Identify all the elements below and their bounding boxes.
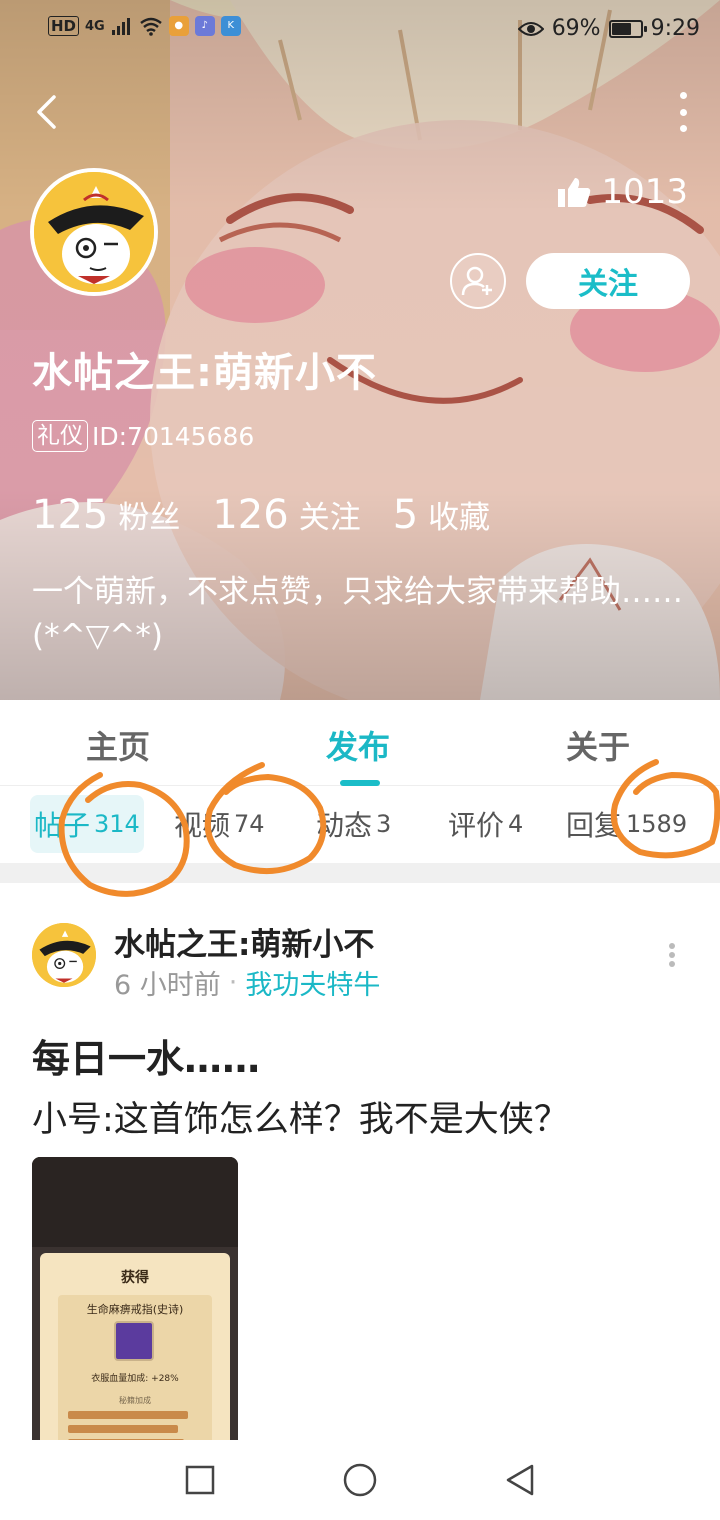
image-game-header [32,1157,238,1247]
post-meta: 6 小时前 · 我功夫特牛 [114,963,380,1002]
post-author-name[interactable]: 水帖之王:萌新小不 [114,919,374,964]
circle-icon [343,1463,377,1497]
post-image-thumbnail[interactable]: 获得 生命麻痹戒指(史诗) 衣服血量加成: +28% 秘籍加成 [32,1157,238,1443]
subtab-videos[interactable]: 视频 74 [174,795,265,853]
image-text-line [68,1411,188,1419]
likes-count: 1013 [601,172,688,212]
stat-following[interactable]: 126 关注 [212,492,360,538]
post-topic-link[interactable]: 我功夫特牛 [245,963,380,1002]
status-bar: HD 4G ● ♪ K 69% 9:29 [0,0,720,60]
stat-number: 126 [212,492,289,538]
subtab-count: 4 [508,810,524,838]
battery-icon [608,19,647,38]
image-item-stat: 衣服血量加成: +28% [91,1374,179,1384]
status-right: 69% 9:29 [517,16,700,41]
stat-favorites[interactable]: 5 收藏 [393,492,490,538]
tab-about[interactable]: 关于 [566,722,630,768]
stat-label: 关注 [298,500,361,536]
post-author-avatar[interactable] [32,923,96,987]
subtab-label: 评价 [448,809,505,842]
post-more-button[interactable] [668,943,676,967]
more-dot [679,108,687,116]
image-reward-title: 获得 [121,1270,149,1286]
likes-counter: 1013 [557,172,688,212]
clock: 9:29 [650,16,700,41]
subtab-count: 74 [234,810,265,838]
stat-label: 收藏 [428,500,491,536]
section-divider [0,863,720,883]
user-id: ID:70145686 [92,421,255,451]
profile-username: 水帖之王:萌新小不 [32,350,377,396]
stat-number: 125 [32,492,109,538]
post-body: 小号:这首饰怎么样？我不是大侠？ [32,1100,569,1140]
recent-apps-button[interactable] [176,1456,224,1504]
image-item-name: 生命麻痹戒指(史诗) [86,1303,184,1316]
avatar-character-image [34,172,154,292]
app-notification-icon: ● [168,16,189,36]
game-notification-icon: K [220,16,241,36]
profile-bio: 一个萌新，不求点赞，只求给大家带来帮助…… (*^▽^*) [32,574,683,654]
system-nav-bar [0,1440,720,1520]
image-reward-panel: 获得 生命麻痹戒指(史诗) 衣服血量加成: +28% 秘籍加成 [40,1253,230,1443]
subtab-replies[interactable]: 回复 1589 [566,795,687,853]
follow-button[interactable]: 关注 [526,253,690,309]
more-dot [679,125,687,132]
tab-home[interactable]: 主页 [86,722,150,768]
subtab-label: 动态 [316,809,373,842]
subtab-count: 314 [94,810,140,838]
subtab-reviews[interactable]: 评价 4 [448,795,523,853]
back-button[interactable] [26,88,66,136]
signal-icon [111,18,130,35]
active-tab-indicator [340,780,380,786]
subtab-label: 回复 [566,809,623,842]
stat-fans[interactable]: 125 粉丝 [32,492,180,538]
image-section-label: 秘籍加成 [119,1396,151,1405]
add-user-icon [461,266,492,296]
stat-number: 5 [392,492,419,538]
back-nav-button[interactable] [496,1456,544,1504]
user-badge-row: 礼仪 ID:70145686 [32,420,254,452]
profile-avatar[interactable] [30,168,158,296]
post-card[interactable]: 水帖之王:萌新小不 6 小时前 · 我功夫特牛 每日一水…… 小号:这首饰怎么样… [0,883,720,1443]
subtab-count: 3 [376,810,392,838]
image-item-box: 生命麻痹戒指(史诗) 衣服血量加成: +28% 秘籍加成 [58,1295,212,1443]
wifi-icon [139,17,162,36]
stat-label: 粉丝 [118,500,181,536]
profile-stats: 125 粉丝 126 关注 5 收藏 [32,492,522,538]
square-icon [185,1465,215,1495]
thumbs-up-icon [558,178,591,207]
chevron-left-icon [37,95,56,129]
status-left: HD 4G ● ♪ K [48,16,241,36]
subtab-count: 1589 [626,810,688,838]
subtab-posts[interactable]: 帖子 314 [30,795,144,853]
add-friend-button[interactable] [450,253,506,309]
more-dot [669,961,675,967]
sub-tab-bar: 帖子 314 视频 74 动态 3 评价 4 回复 1589 [0,787,720,863]
triangle-back-icon [506,1464,534,1496]
music-notification-icon: ♪ [194,16,215,36]
avatar-character-image [32,923,96,987]
more-options-button[interactable] [676,92,690,132]
home-button[interactable] [336,1456,384,1504]
subtab-label: 帖子 [34,809,91,842]
ring-icon [114,1321,154,1361]
battery-percent: 69% [551,16,601,41]
network-type: 4G [85,18,105,34]
more-dot [669,952,675,958]
image-text-line [68,1425,178,1433]
hd-indicator: HD [48,16,80,36]
main-tab-bar: 主页 发布 关于 [0,700,720,786]
meta-separator: · [228,967,238,998]
more-vertical-icon [679,92,687,99]
subtab-label: 视频 [174,809,231,842]
post-title: 每日一水…… [32,1037,261,1081]
more-vertical-icon [669,943,675,949]
subtab-activity[interactable]: 动态 3 [316,795,391,853]
tab-posts-published[interactable]: 发布 [326,722,390,768]
eye-comfort-icon [517,21,544,36]
post-time: 6 小时前 [114,970,221,1001]
etiquette-badge[interactable]: 礼仪 [32,420,88,452]
